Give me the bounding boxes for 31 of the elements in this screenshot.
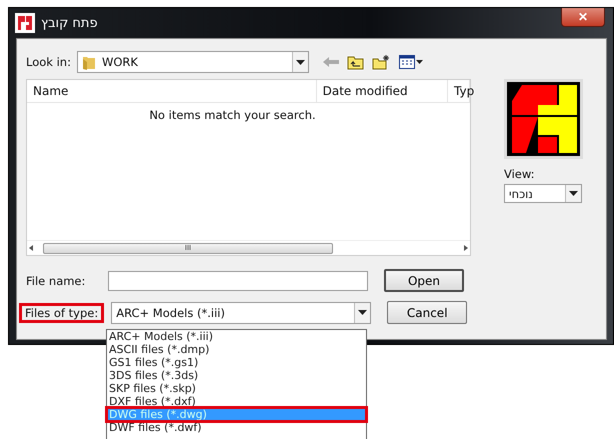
file-type-dropdown[interactable]: ARC+ Models (*.iii) [111,302,372,324]
cancel-button[interactable]: Cancel [387,301,468,324]
window-title: פתח קובץ [41,16,98,30]
new-folder-icon[interactable] [372,54,391,70]
app-logo-icon [15,13,35,33]
view-menu-icon[interactable] [398,55,423,69]
file-type-option[interactable]: ASCII files (*.dmp) [107,343,366,356]
file-name-label: File name: [26,274,86,288]
caret-icon [358,310,368,315]
close-button[interactable]: ✕ [561,8,605,27]
file-type-option[interactable]: DXF files (*.dxf) [107,395,366,408]
column-header[interactable]: Name [27,80,317,102]
look-in-label: Look in: [26,55,71,69]
view-dropdown[interactable]: נוכחי [504,184,582,203]
up-folder-icon[interactable] [346,54,364,70]
file-type-option[interactable]: DWF files (*.dwf) [107,421,366,434]
file-name-field[interactable] [108,270,368,290]
folder-icon [82,54,96,70]
column-header[interactable]: Date modified [316,80,448,102]
files-of-type-label: Files of type: [22,306,102,320]
empty-message: No items match your search. [149,108,316,122]
file-type-option[interactable]: GS1 files (*.gs1) [107,356,366,369]
preview-logo-icon [504,79,583,159]
caret-icon [569,191,578,196]
open-button[interactable]: Open [384,269,464,292]
file-type-option[interactable]: 3DS files (*.3ds) [107,369,366,382]
look-in-dropdown[interactable]: WORK [76,51,309,73]
caret-icon [296,60,305,64]
file-type-option[interactable]: SKP files (*.skp) [107,382,366,395]
file-type-option[interactable]: ARC+ Models (*.iii) [107,330,366,343]
view-label: View: [504,167,536,181]
